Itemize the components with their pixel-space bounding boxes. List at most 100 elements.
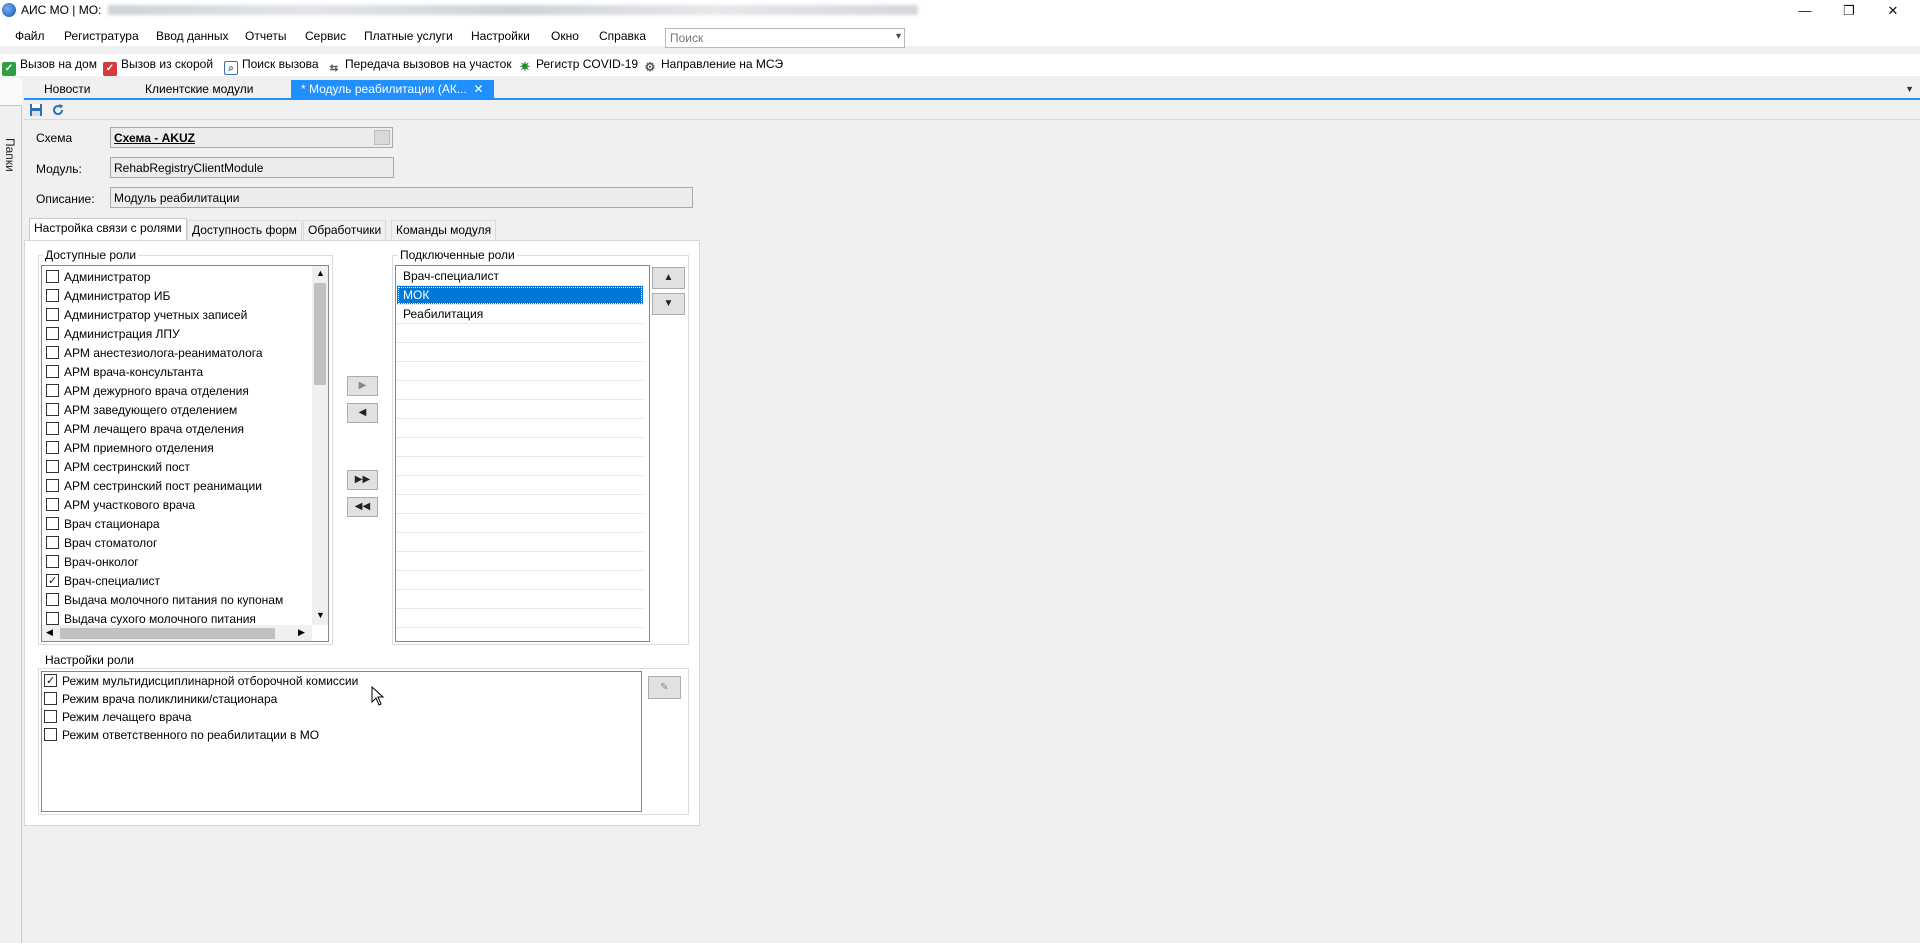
close-tab-icon[interactable]: ✕ — [474, 82, 484, 96]
save-icon[interactable] — [29, 103, 43, 117]
folders-panel-header[interactable] — [0, 78, 22, 106]
scroll-left-icon[interactable]: ◀ — [46, 627, 53, 638]
maximize-button[interactable]: ❐ — [1826, 0, 1872, 22]
available-roles-vscroll[interactable]: ▲ ▼ — [312, 266, 328, 625]
menu-paid-services[interactable]: Платные услуги — [364, 29, 453, 43]
scroll-down-icon[interactable]: ▼ — [316, 610, 325, 620]
schema-picker-button[interactable] — [374, 130, 390, 145]
remove-all-roles-button[interactable]: ◀◀ — [347, 497, 378, 517]
role-checkbox[interactable] — [46, 327, 59, 340]
available-role-item[interactable]: АРМ анестезиолога-реаниматолога — [46, 344, 263, 363]
description-field[interactable]: Модуль реабилитации — [110, 187, 693, 208]
module-field[interactable]: RehabRegistryClientModule — [110, 157, 394, 178]
available-role-item[interactable]: Администрация ЛПУ — [46, 325, 180, 344]
available-role-item[interactable]: Администратор учетных записей — [46, 306, 247, 325]
ambulance-call-button[interactable]: ✓ Вызов из скорой — [103, 57, 213, 76]
available-role-item[interactable]: АРМ приемного отделения — [46, 439, 214, 458]
role-checkbox[interactable] — [46, 555, 59, 568]
available-role-item[interactable]: Администратор ИБ — [46, 287, 170, 306]
role-checkbox[interactable] — [46, 460, 59, 473]
setting-checkbox[interactable] — [44, 710, 57, 723]
vscroll-thumb[interactable] — [314, 283, 326, 385]
mse-referral-button[interactable]: ⚙ Направление на МСЭ — [643, 57, 783, 74]
search-box[interactable]: ▾ — [665, 28, 905, 48]
available-role-item[interactable]: Выдача молочного питания по купонам — [46, 591, 283, 610]
available-roles-list[interactable]: Администратор Администратор ИБ Администрат… — [41, 265, 329, 642]
tab-module-commands[interactable]: Команды модуля — [391, 220, 497, 240]
schema-field[interactable]: Схема - AKUZ — [110, 127, 393, 148]
tab-form-availability[interactable]: Доступность форм — [187, 220, 302, 240]
role-checkbox[interactable] — [46, 593, 59, 606]
role-checkbox[interactable] — [46, 422, 59, 435]
menu-service[interactable]: Сервис — [305, 29, 346, 43]
tabs-dropdown-icon[interactable]: ▼ — [1905, 84, 1914, 94]
search-input[interactable] — [666, 29, 882, 47]
available-role-item[interactable]: АРМ дежурного врача отделения — [46, 382, 249, 401]
add-role-button[interactable]: ▶ — [347, 376, 378, 396]
role-setting-item[interactable]: Режим лечащего врача — [44, 708, 191, 726]
tab-news[interactable]: Новости — [34, 80, 100, 99]
role-checkbox[interactable] — [46, 384, 59, 397]
available-role-item[interactable]: Врач-онколог — [46, 553, 139, 572]
available-role-item[interactable]: АРМ заведующего отделением — [46, 401, 237, 420]
home-call-button[interactable]: ✓ Вызов на дом — [2, 57, 97, 76]
menu-file[interactable]: Файл — [15, 29, 45, 43]
folders-panel-label[interactable]: Папки — [3, 138, 17, 172]
available-role-item[interactable]: АРМ врача-консультанта — [46, 363, 203, 382]
role-checkbox[interactable] — [46, 517, 59, 530]
search-call-button[interactable]: ⌕ Поиск вызова — [224, 57, 319, 75]
close-window-button[interactable]: ✕ — [1870, 0, 1916, 22]
role-setting-item[interactable]: Режим врача поликлиники/стационара — [44, 690, 277, 708]
scroll-right-icon[interactable]: ▶ — [298, 627, 305, 638]
connected-roles-list[interactable]: Врач-специалист МОК Реабилитация — [395, 265, 650, 642]
menu-settings[interactable]: Настройки — [471, 29, 530, 43]
setting-checkbox[interactable] — [44, 672, 57, 690]
role-checkbox[interactable] — [46, 346, 59, 359]
available-role-item[interactable]: АРМ сестринский пост — [46, 458, 190, 477]
remove-role-button[interactable]: ◀ — [347, 403, 378, 423]
available-role-item[interactable]: АРМ лечащего врача отделения — [46, 420, 244, 439]
available-roles-hscroll[interactable]: ◀ ▶ — [42, 625, 312, 641]
available-role-item[interactable]: Врач-специалист — [46, 572, 160, 591]
role-checkbox[interactable] — [46, 308, 59, 321]
role-checkbox[interactable] — [46, 403, 59, 416]
scroll-up-icon[interactable]: ▲ — [316, 268, 325, 278]
edit-setting-button[interactable]: ✎ — [648, 676, 681, 699]
role-checkbox[interactable] — [46, 479, 59, 492]
covid-register-button[interactable]: ✷ Регистр COVID-19 — [518, 57, 639, 74]
add-all-roles-button[interactable]: ▶▶ — [347, 470, 378, 490]
role-checkbox[interactable] — [46, 572, 59, 591]
move-down-button[interactable]: ▼ — [652, 293, 685, 315]
move-up-button[interactable]: ▲ — [652, 267, 685, 289]
role-checkbox[interactable] — [46, 270, 59, 283]
role-checkbox[interactable] — [46, 365, 59, 378]
role-checkbox[interactable] — [46, 612, 59, 625]
menu-window[interactable]: Окно — [551, 29, 579, 43]
menu-reports[interactable]: Отчеты — [245, 29, 286, 43]
tab-rehab-module[interactable]: * Модуль реабилитации (АК... ✕ — [291, 80, 494, 99]
available-role-item[interactable]: Администратор — [46, 268, 151, 287]
connected-role-item[interactable]: Врач-специалист — [397, 267, 643, 286]
setting-checkbox[interactable] — [44, 728, 57, 741]
connected-role-item[interactable]: Реабилитация — [397, 305, 643, 324]
available-role-item[interactable]: Врач стоматолог — [46, 534, 157, 553]
role-checkbox[interactable] — [46, 441, 59, 454]
tab-role-binding[interactable]: Настройка связи с ролями — [29, 218, 187, 241]
menu-registry[interactable]: Регистратура — [64, 29, 139, 43]
tab-client-modules[interactable]: Клиентские модули — [135, 80, 263, 99]
schema-value[interactable]: Схема - AKUZ — [114, 131, 195, 145]
available-role-item[interactable]: АРМ участкового врача — [46, 496, 195, 515]
transfer-call-button[interactable]: ⇆ Передача вызовов на участок — [327, 57, 512, 76]
role-checkbox[interactable] — [46, 536, 59, 549]
tab-handlers[interactable]: Обработчики — [303, 220, 387, 240]
setting-checkbox[interactable] — [44, 692, 57, 705]
chevron-down-icon[interactable]: ▾ — [896, 31, 901, 42]
hscroll-thumb[interactable] — [60, 628, 275, 639]
role-checkbox[interactable] — [46, 289, 59, 302]
role-setting-item[interactable]: Режим мультидисциплинарной отборочной ко… — [44, 672, 358, 690]
menu-help[interactable]: Справка — [599, 29, 646, 43]
refresh-icon[interactable] — [51, 103, 65, 117]
menu-data-entry[interactable]: Ввод данных — [156, 29, 229, 43]
role-checkbox[interactable] — [46, 498, 59, 511]
available-role-item[interactable]: Врач стационара — [46, 515, 160, 534]
